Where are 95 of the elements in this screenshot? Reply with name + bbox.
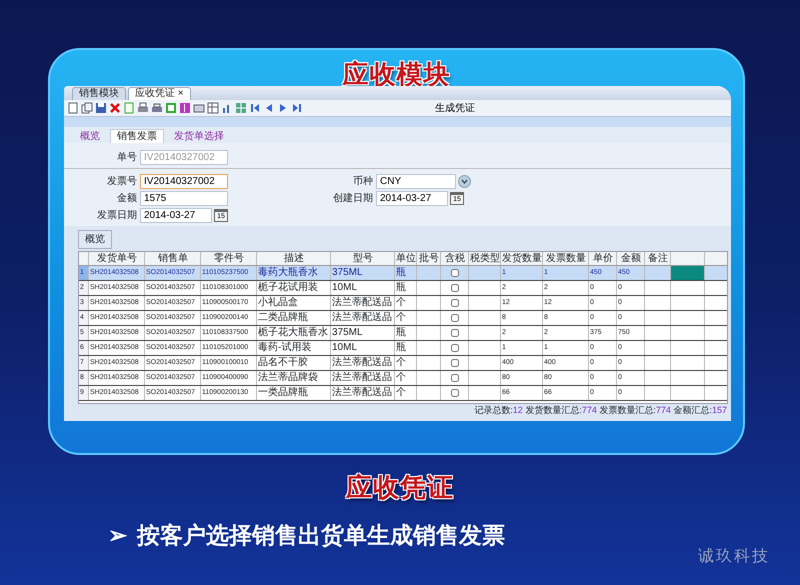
column-header[interactable]: 发票数量 (543, 252, 589, 265)
column-header[interactable]: 税类型 (469, 252, 501, 265)
column-header[interactable]: 备注 (645, 252, 671, 265)
brand-text: 诚玖科技 (698, 545, 770, 567)
column-header[interactable]: 单位 (395, 252, 417, 265)
field-label: 发票号 (106, 175, 138, 189)
slide-title: 应收模块 (342, 58, 450, 91)
pages-icon[interactable] (81, 102, 93, 114)
table-cell: 375ML (331, 266, 395, 280)
checkbox[interactable] (451, 329, 459, 337)
field-label: 币种 (352, 174, 374, 189)
field-label: 单号 (116, 150, 138, 165)
summary-value: 12 (512, 405, 523, 415)
column-header[interactable]: 型号 (331, 252, 395, 265)
field-label: 创建日期 (332, 192, 374, 206)
currency-select[interactable]: CNY (376, 174, 456, 189)
grid-icon[interactable] (235, 102, 247, 114)
table-cell: 法兰蒂配送品 (331, 356, 395, 370)
checkbox[interactable] (451, 344, 459, 352)
table-cell: 法兰蒂配送品 (331, 311, 395, 325)
column-header[interactable]: 零件号 (201, 252, 257, 265)
table-cell: 栀子花试用装 (257, 281, 331, 295)
caption: 应收凭证 (346, 472, 454, 502)
grid-tab[interactable]: 概览 (78, 230, 112, 249)
summary-label: 金额汇总: (673, 405, 712, 415)
window-tab[interactable]: 销售模块 (72, 87, 126, 100)
checkbox[interactable] (451, 374, 459, 382)
chevron-icon (461, 179, 468, 184)
table-cell: 瓶 (395, 281, 417, 295)
table-cell: 个 (395, 356, 417, 370)
summary-label: 发票数量汇总: (599, 405, 656, 415)
checkbox[interactable] (451, 389, 459, 397)
summary-value: 774 (656, 405, 671, 415)
sub-tab[interactable]: 发货单选择 (168, 130, 230, 143)
summary-value: 774 (582, 405, 597, 415)
table-cell: 个 (395, 371, 417, 385)
bullet-marker: ➢ (108, 521, 127, 550)
table-cell: 毒药-试用装 (257, 341, 331, 355)
summary-label: 发货数量汇总: (525, 405, 582, 415)
sub-tab[interactable]: 概览 (74, 130, 106, 143)
input-field[interactable]: 1575 (140, 191, 228, 206)
dropdown-button[interactable] (458, 175, 471, 188)
printer-icon[interactable] (137, 102, 149, 114)
table-cell: 个 (395, 386, 417, 400)
table-cell: 个 (395, 296, 417, 310)
checkbox[interactable] (451, 314, 459, 322)
table-cell: 法兰蒂品牌袋 (257, 371, 331, 385)
summary-value: 157 (712, 405, 727, 415)
table-cell: 瓶 (395, 326, 417, 340)
sub-tab[interactable]: 销售发票 (110, 129, 164, 143)
checkbox[interactable] (451, 284, 459, 292)
skip-last-icon[interactable] (291, 102, 303, 114)
field-label: 金额 (116, 192, 138, 206)
table-cell: 10ML (331, 281, 395, 295)
generate-button[interactable]: 生成凭证 (435, 100, 475, 116)
table-cell: 品名不干胶 (257, 356, 331, 370)
table-cell: 375ML (331, 326, 395, 340)
table-cell: 毒药大瓶香水 (257, 266, 331, 280)
save-icon[interactable] (95, 102, 107, 114)
cross-icon[interactable] (109, 102, 121, 114)
printer-icon[interactable] (151, 102, 163, 114)
column-header[interactable]: 金额 (617, 252, 645, 265)
window-tab[interactable]: 应收凭证 × (128, 87, 191, 100)
checkbox[interactable] (451, 299, 459, 307)
document-icon[interactable] (123, 102, 135, 114)
table-cell: 二类品牌瓶 (257, 311, 331, 325)
column-header[interactable]: 批号 (417, 252, 441, 265)
table-cell: 一类品牌瓶 (257, 386, 331, 400)
summary-label: 记录总数: (474, 405, 513, 415)
spreadsheet-icon[interactable] (165, 102, 177, 114)
checkbox[interactable] (451, 359, 459, 367)
page-icon[interactable] (67, 102, 79, 114)
skip-first-icon[interactable] (249, 102, 261, 114)
date-field[interactable]: 2014-03-27 (140, 208, 212, 223)
table-cell: 小礼品盒 (257, 296, 331, 310)
column-header[interactable]: 单价 (589, 252, 617, 265)
table-icon[interactable] (207, 102, 219, 114)
column-header[interactable]: 描述 (257, 252, 331, 265)
table-cell: 法兰蒂配送品 (331, 296, 395, 310)
table-cell: 法兰蒂配送品 (331, 386, 395, 400)
field-label: 发票日期 (96, 208, 138, 223)
date-field[interactable]: 2014-03-27 (376, 191, 448, 206)
table-cell: 瓶 (395, 266, 417, 280)
table-cell: 个 (395, 311, 417, 325)
table-cell: 瓶 (395, 341, 417, 355)
bullet-text: 按客户选择销售出货单生成销售发票 (137, 521, 505, 550)
table-cell: 法兰蒂配送品 (331, 371, 395, 385)
table-cell: 栀子花大瓶香水 (257, 326, 331, 340)
column-header[interactable]: 发货数量 (501, 252, 543, 265)
table-cell: 10ML (331, 341, 395, 355)
column-header[interactable]: 含税 (441, 252, 469, 265)
input-field[interactable]: IV20140327002 (140, 174, 228, 189)
column-header[interactable]: 销售单 (145, 252, 201, 265)
column-header[interactable]: 发货单号 (89, 252, 145, 265)
checkbox[interactable] (451, 269, 459, 277)
